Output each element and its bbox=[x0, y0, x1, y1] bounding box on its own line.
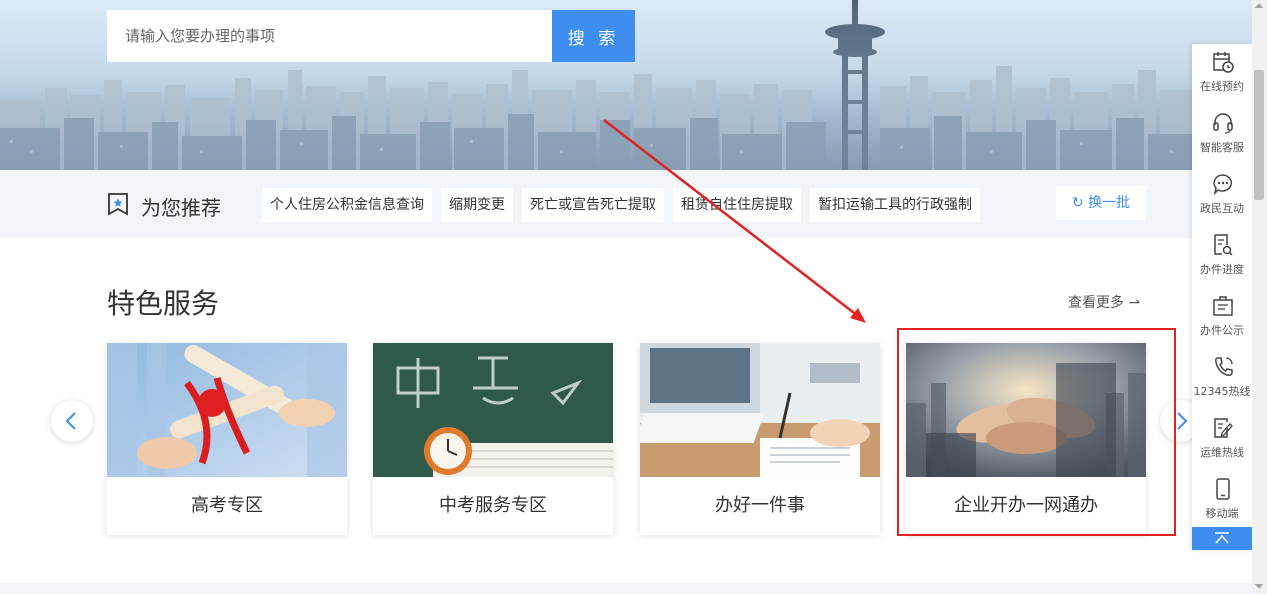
tool-notice[interactable]: 办件公示 bbox=[1192, 288, 1252, 348]
tool-smart-service[interactable]: 智能客服 bbox=[1192, 105, 1252, 165]
chevron-left-icon bbox=[65, 412, 76, 430]
search-button[interactable]: 搜 索 bbox=[552, 10, 635, 62]
document-search-icon bbox=[1214, 234, 1233, 256]
tool-interaction[interactable]: 政民互动 bbox=[1192, 166, 1252, 226]
section-title: 特色服务 bbox=[107, 287, 220, 320]
section-divider bbox=[0, 583, 1252, 594]
refresh-label: 换一批 bbox=[1088, 195, 1131, 211]
recommend-tags: 个人住房公积金信息查询 缩期变更 死亡或宣告死亡提取 租赁自住住房提取 暂扣运输… bbox=[262, 188, 980, 222]
tool-progress[interactable]: 办件进度 bbox=[1192, 227, 1252, 287]
joined-hands-photo bbox=[906, 343, 1146, 477]
recommend-tag[interactable]: 租赁自住住房提取 bbox=[673, 188, 801, 222]
arrow-right-icon: ⇀ bbox=[1128, 295, 1141, 311]
chat-bubble-icon bbox=[1213, 174, 1232, 196]
service-card-label: 高考专区 bbox=[191, 495, 263, 516]
scroll-down-arrow[interactable] bbox=[1255, 584, 1263, 589]
signing-document-photo bbox=[640, 343, 880, 477]
tool-label: 移动端 bbox=[1205, 507, 1239, 520]
recommend-tag[interactable]: 个人住房公积金信息查询 bbox=[262, 188, 432, 222]
tool-label: 智能客服 bbox=[1200, 141, 1244, 154]
headset-icon bbox=[1213, 113, 1233, 134]
service-card-label: 中考服务专区 bbox=[439, 495, 547, 516]
arrow-up-icon bbox=[1215, 532, 1229, 544]
refresh-button[interactable]: ↻ 换一批 bbox=[1056, 186, 1146, 220]
recommend-tag[interactable]: 暂扣运输工具的行政强制 bbox=[810, 188, 980, 222]
notice-board-icon bbox=[1213, 296, 1233, 316]
phone-icon bbox=[1215, 357, 1233, 376]
diploma-scrolls-photo bbox=[107, 343, 347, 477]
hero-banner: 搜 索 bbox=[0, 0, 1252, 170]
tool-label: 政民互动 bbox=[1200, 202, 1244, 215]
page-scrollbar[interactable] bbox=[1252, 0, 1267, 594]
tool-label: 办件公示 bbox=[1200, 324, 1244, 337]
tool-label: 办件进度 bbox=[1200, 263, 1244, 276]
bookmark-star-icon bbox=[108, 193, 128, 216]
chevron-right-icon bbox=[1177, 412, 1188, 430]
tool-maintenance[interactable]: 运维热线 bbox=[1192, 410, 1252, 470]
tool-mobile[interactable]: 移动端 bbox=[1192, 471, 1252, 531]
tool-label: 运维热线 bbox=[1200, 446, 1244, 459]
tool-label: 12345热线 bbox=[1193, 385, 1251, 398]
tool-hotline-12345[interactable]: 12345热线 bbox=[1192, 349, 1252, 409]
chalkboard-clock-photo bbox=[373, 343, 613, 477]
recommend-tag[interactable]: 死亡或宣告死亡提取 bbox=[522, 188, 664, 222]
service-card-label: 企业开办一网通办 bbox=[954, 495, 1098, 516]
edit-document-icon bbox=[1214, 418, 1233, 438]
service-card-enterprise[interactable]: 企业开办一网通办 bbox=[906, 343, 1146, 535]
recommend-tag[interactable]: 缩期变更 bbox=[441, 188, 513, 222]
carousel-prev-button[interactable] bbox=[51, 400, 93, 442]
service-card-label: 办好一件事 bbox=[715, 495, 805, 516]
refresh-icon: ↻ bbox=[1071, 195, 1084, 211]
service-card-zhongkao[interactable]: 中考服务专区 bbox=[373, 343, 613, 535]
search-input[interactable] bbox=[107, 10, 552, 62]
mobile-phone-icon bbox=[1216, 478, 1230, 500]
recommend-title: 为您推荐 bbox=[141, 196, 221, 220]
view-more-link[interactable]: 查看更多 ⇀ bbox=[1068, 292, 1140, 312]
tool-label: 在线预约 bbox=[1200, 80, 1244, 93]
scroll-up-arrow[interactable] bbox=[1255, 3, 1263, 8]
back-to-top-button[interactable] bbox=[1192, 527, 1252, 550]
service-card-one-thing[interactable]: 办好一件事 bbox=[640, 343, 880, 535]
scroll-thumb[interactable] bbox=[1254, 70, 1264, 200]
tool-online-booking[interactable]: 在线预约 bbox=[1192, 44, 1252, 104]
calendar-clock-icon bbox=[1213, 52, 1234, 73]
view-more-label: 查看更多 bbox=[1068, 295, 1124, 311]
floating-toolbar: 在线预约 智能客服 政民互动 办件进度 办件公示 12345热线 运维热线 移动… bbox=[1192, 44, 1252, 550]
service-card-gaokao[interactable]: 高考专区 bbox=[107, 343, 347, 535]
